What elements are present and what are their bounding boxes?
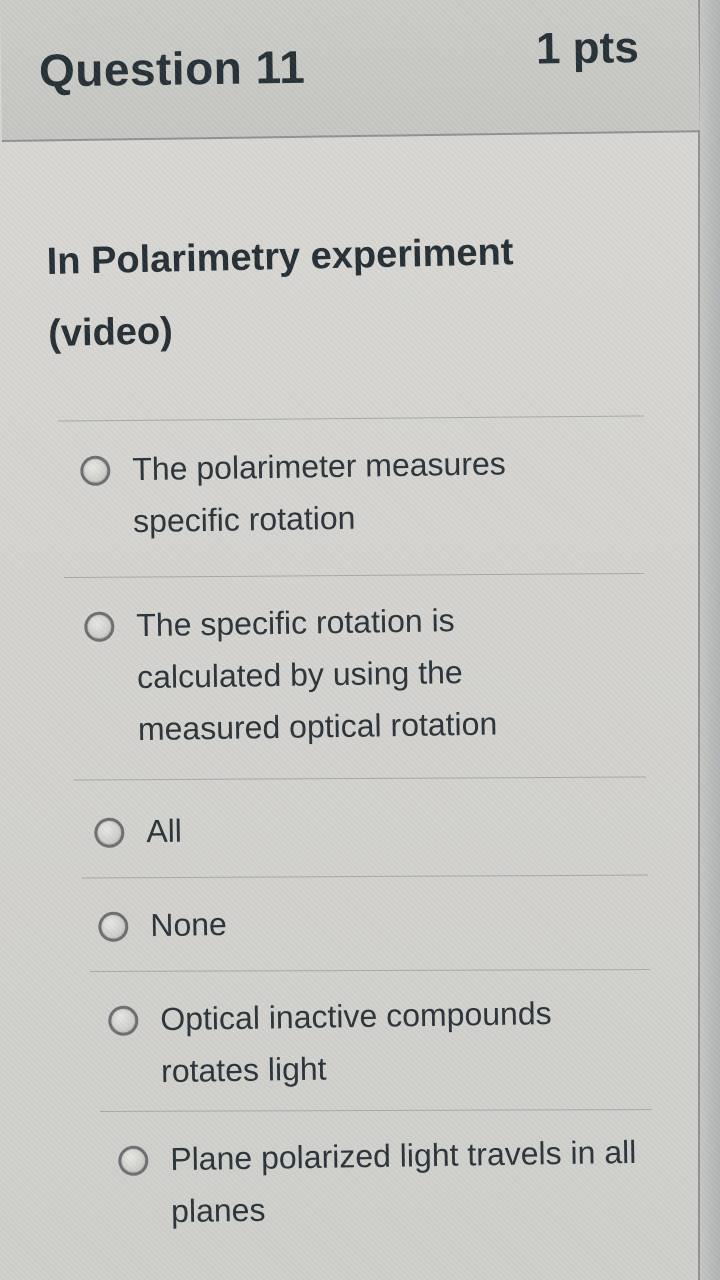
screen: Question 11 1 pts In Polarimetry experim… bbox=[0, 0, 720, 1280]
answer-option[interactable]: Optical inactive compounds rotates light bbox=[108, 992, 619, 1098]
answer-option[interactable]: The specific rotation is calculated by u… bbox=[84, 598, 606, 756]
radio-button[interactable] bbox=[118, 1145, 149, 1176]
answer-divider bbox=[74, 776, 646, 781]
answer-label: Plane polarized light travels in all pla… bbox=[170, 1133, 637, 1230]
answer-label: Optical inactive compounds rotates light bbox=[160, 995, 552, 1090]
answer-label: The polarimeter measures specific rotati… bbox=[132, 445, 507, 540]
question-prompt: In Polarimetry experiment (video) bbox=[46, 231, 514, 355]
answer-divider bbox=[64, 572, 644, 579]
answer-divider bbox=[89, 969, 651, 972]
answer-option[interactable]: Plane polarized light travels in all pla… bbox=[118, 1132, 649, 1238]
answer-divider bbox=[82, 874, 648, 879]
answer-option[interactable]: None bbox=[98, 898, 599, 952]
answer-label: None bbox=[150, 905, 228, 944]
question-card: Question 11 1 pts In Polarimetry experim… bbox=[0, 0, 700, 1280]
answer-label: The specific rotation is calculated by u… bbox=[136, 602, 498, 748]
answer-option[interactable]: All bbox=[94, 804, 595, 858]
radio-button[interactable] bbox=[108, 1005, 139, 1036]
answer-label: All bbox=[146, 812, 183, 850]
answer-option[interactable]: The polarimeter measures specific rotati… bbox=[80, 442, 601, 548]
question-body: In Polarimetry experiment (video) The po… bbox=[0, 0, 720, 1280]
radio-button[interactable] bbox=[98, 911, 129, 942]
answer-divider bbox=[58, 415, 644, 422]
radio-button[interactable] bbox=[94, 817, 125, 848]
radio-button[interactable] bbox=[84, 611, 115, 642]
radio-button[interactable] bbox=[80, 455, 111, 486]
answer-divider bbox=[99, 1109, 653, 1112]
